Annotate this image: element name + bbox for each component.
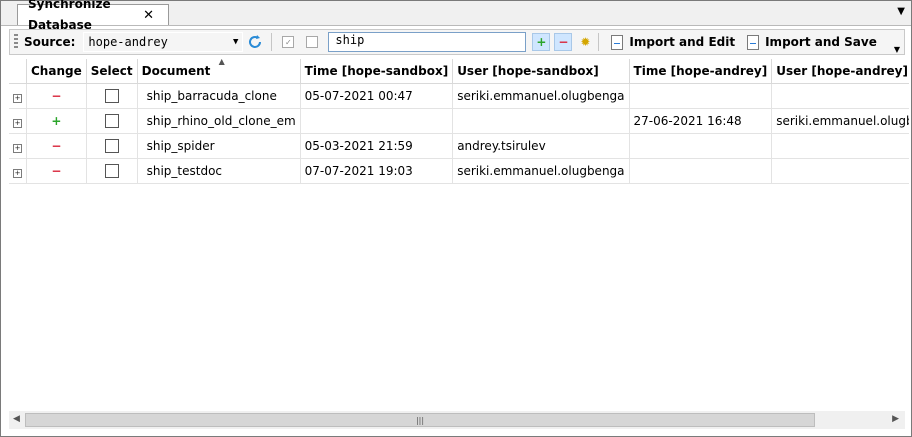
sort-ascending-icon: ▲ — [218, 59, 225, 66]
change-indicator: − — [26, 133, 87, 159]
tab-synchronize-database[interactable]: Synchronize Database ✕ — [17, 0, 169, 32]
scrollbar-thumb[interactable]: ||| — [25, 413, 815, 427]
time-andrey — [629, 83, 773, 109]
row-select-checkbox[interactable] — [104, 139, 119, 154]
user-andrey — [771, 133, 909, 159]
checked-checkbox-icon: ✓ — [282, 36, 295, 48]
user-sandbox: seriki.emmanuel.olugbenga — [452, 158, 630, 184]
time-andrey — [629, 158, 773, 184]
import-and-edit-button[interactable]: Import and Edit — [607, 34, 739, 50]
table-row[interactable]: + − ship_spider 05-03-2021 21:59 andrey.… — [9, 133, 909, 159]
table-header-row: Change Select ▲ Document Time [hope-sand… — [9, 59, 909, 84]
table-row[interactable]: + − ship_testdoc 07-07-2021 19:03 seriki… — [9, 158, 909, 184]
change-indicator: − — [26, 158, 87, 184]
toolbar-overflow-icon[interactable]: ▼ — [894, 45, 900, 54]
time-sandbox: 05-07-2021 00:47 — [300, 83, 454, 109]
show-removed-toggle[interactable]: − — [554, 33, 573, 51]
expand-icon[interactable]: + — [13, 144, 22, 153]
documents-table: Change Select ▲ Document Time [hope-sand… — [9, 59, 909, 184]
import-and-save-button[interactable]: Import and Save — [743, 34, 881, 50]
tab-strip: Synchronize Database ✕ ▼ — [1, 0, 911, 32]
unchecked-checkbox-icon — [306, 36, 319, 48]
source-label: Source: — [24, 35, 76, 49]
column-header-time-sandbox[interactable]: Time [hope-sandbox] — [300, 59, 454, 84]
document-name: ship_rhino_old_clone_em — [137, 108, 301, 134]
row-select-checkbox[interactable] — [104, 114, 119, 129]
deselect-all-button[interactable] — [303, 33, 321, 51]
user-andrey — [771, 158, 909, 184]
minus-icon: − — [558, 35, 569, 49]
gear-icon: ✹ — [580, 35, 591, 49]
column-header-user-andrey[interactable]: User [hope-andrey] — [771, 59, 909, 84]
time-andrey: 27-06-2021 16:48 — [629, 108, 773, 134]
time-sandbox: 07-07-2021 19:03 — [300, 158, 454, 184]
user-andrey — [771, 83, 909, 109]
document-name: ship_spider — [137, 133, 301, 159]
scroll-left-icon[interactable]: ◀ — [13, 414, 20, 424]
document-import-icon — [747, 34, 760, 50]
document-import-icon — [611, 34, 624, 50]
tab-menu-icon[interactable]: ▼ — [897, 6, 905, 17]
refresh-button[interactable] — [246, 33, 264, 51]
toolbar-separator — [271, 33, 273, 51]
column-header-document-label: Document — [141, 64, 211, 78]
row-select-checkbox[interactable] — [104, 89, 119, 104]
filter-input[interactable]: ship — [328, 32, 527, 52]
column-header-select[interactable]: Select — [86, 59, 138, 84]
horizontal-scrollbar[interactable]: ◀ ||| ▶ — [9, 411, 905, 429]
user-sandbox: andrey.tsirulev — [452, 133, 630, 159]
import-and-save-label: Import and Save — [765, 35, 877, 49]
documents-grid: Change Select ▲ Document Time [hope-sand… — [9, 59, 909, 409]
user-sandbox — [452, 108, 630, 134]
user-sandbox: seriki.emmanuel.olugbenga — [452, 83, 630, 109]
chevron-down-icon: ▼ — [232, 37, 239, 47]
expand-icon[interactable]: + — [13, 169, 22, 178]
document-name: ship_barracuda_clone — [137, 83, 301, 109]
toolbar: Source: hope-andrey ▼ ✓ ship + − ✹ Impor… — [9, 29, 905, 55]
table-row[interactable]: + − ship_barracuda_clone 05-07-2021 00:4… — [9, 83, 909, 109]
expand-icon[interactable]: + — [13, 119, 22, 128]
column-header-time-andrey[interactable]: Time [hope-andrey] — [629, 59, 773, 84]
close-icon[interactable]: ✕ — [143, 5, 154, 26]
row-select-checkbox[interactable] — [104, 164, 119, 179]
column-header-change[interactable]: Change — [26, 59, 87, 84]
import-and-edit-label: Import and Edit — [629, 35, 736, 49]
source-value: hope-andrey — [88, 35, 168, 49]
user-andrey: seriki.emmanuel.olugbenga — [771, 108, 909, 134]
column-header-user-sandbox[interactable]: User [hope-sandbox] — [452, 59, 630, 84]
time-sandbox — [300, 108, 454, 134]
table-row[interactable]: + + ship_rhino_old_clone_em 27-06-2021 1… — [9, 108, 909, 134]
change-indicator: − — [26, 83, 87, 109]
filter-value: ship — [335, 33, 365, 47]
toolbar-separator — [598, 33, 600, 51]
select-all-button[interactable]: ✓ — [279, 33, 297, 51]
time-sandbox: 05-03-2021 21:59 — [300, 133, 454, 159]
synchronize-database-panel: Synchronize Database ✕ ▼ Source: hope-an… — [0, 0, 912, 437]
show-changed-toggle[interactable]: ✹ — [576, 33, 594, 51]
change-indicator: + — [26, 108, 87, 134]
show-added-toggle[interactable]: + — [532, 33, 551, 51]
grip-icon: ||| — [415, 415, 425, 425]
time-andrey — [629, 133, 773, 159]
source-dropdown[interactable]: hope-andrey ▼ — [83, 32, 244, 52]
refresh-icon — [249, 35, 262, 48]
toolbar-grip[interactable] — [14, 34, 18, 50]
expand-icon[interactable]: + — [13, 94, 22, 103]
expand-column-header — [9, 59, 27, 84]
document-name: ship_testdoc — [137, 158, 301, 184]
scroll-right-icon[interactable]: ▶ — [892, 414, 899, 424]
column-header-document[interactable]: ▲ Document — [137, 59, 301, 84]
plus-icon: + — [536, 35, 547, 49]
